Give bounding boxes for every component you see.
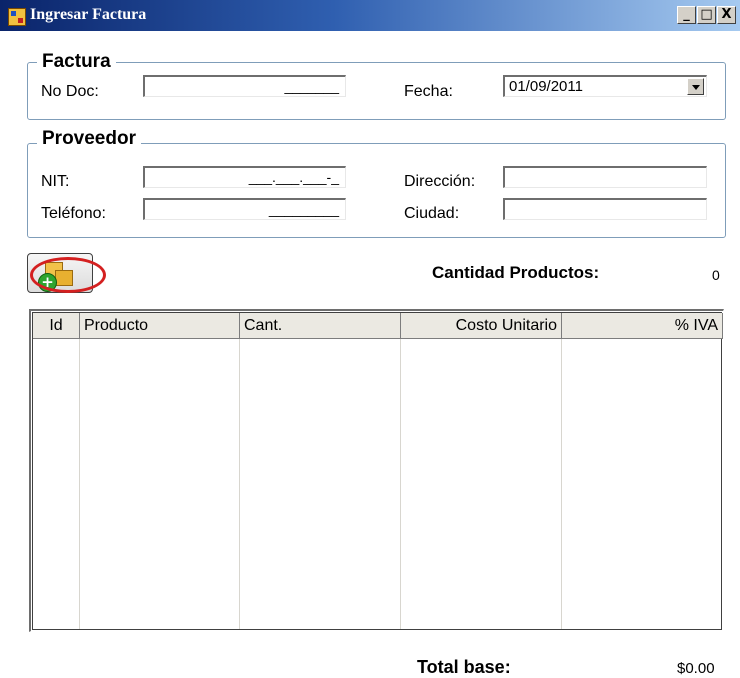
- invoice-window: Ingresar Factura _ □ X Factura No Doc: _…: [0, 0, 740, 677]
- total-base-value: $0.00: [677, 660, 715, 677]
- title-bar[interactable]: Ingresar Factura _ □ X: [0, 0, 740, 31]
- column-divider: [400, 339, 401, 629]
- ciudad-label: Ciudad:: [404, 205, 460, 222]
- total-base-label: Total base:: [417, 657, 511, 677]
- direccion-input[interactable]: [503, 166, 707, 188]
- column-divider: [79, 339, 80, 629]
- highlight-ring: [30, 257, 106, 293]
- app-icon: [8, 8, 26, 26]
- cantidad-productos-value: 0: [712, 267, 720, 283]
- nit-label: NIT:: [41, 173, 70, 190]
- minimize-button[interactable]: _: [677, 6, 696, 24]
- column-header-iva[interactable]: % IVA: [562, 313, 723, 339]
- maximize-button[interactable]: □: [697, 6, 716, 24]
- window-title: Ingresar Factura: [30, 6, 147, 23]
- column-header-costo-unitario[interactable]: Costo Unitario: [401, 313, 562, 339]
- close-button[interactable]: X: [717, 6, 736, 24]
- telefono-label: Teléfono:: [41, 205, 106, 222]
- column-header-id[interactable]: Id: [33, 313, 80, 339]
- proveedor-group: [27, 143, 726, 238]
- ciudad-input[interactable]: [503, 198, 707, 220]
- direccion-label: Dirección:: [404, 173, 476, 190]
- fecha-value: 01/09/2011: [509, 78, 583, 95]
- products-grid-body: Id Producto Cant. Costo Unitario % IVA: [32, 312, 723, 630]
- no-doc-label: No Doc:: [41, 83, 99, 100]
- fecha-label: Fecha:: [404, 83, 453, 100]
- telefono-mask: _________: [268, 201, 339, 217]
- no-doc-mask: _______: [284, 78, 339, 94]
- fecha-date-picker[interactable]: 01/09/2011: [503, 75, 707, 97]
- chevron-down-icon[interactable]: [687, 78, 704, 95]
- column-header-cant[interactable]: Cant.: [240, 313, 401, 339]
- nit-input[interactable]: ___.___.___-_: [143, 166, 346, 188]
- no-doc-input[interactable]: _______: [143, 75, 346, 97]
- proveedor-group-title: Proveedor: [37, 128, 141, 150]
- column-divider: [239, 339, 240, 629]
- factura-group-title: Factura: [37, 51, 116, 73]
- nit-mask: ___.___.___-_: [248, 169, 339, 185]
- products-grid[interactable]: Id Producto Cant. Costo Unitario % IVA: [29, 309, 724, 632]
- column-header-producto[interactable]: Producto: [80, 313, 240, 339]
- cantidad-productos-label: Cantidad Productos:: [432, 263, 600, 282]
- telefono-input[interactable]: _________: [143, 198, 346, 220]
- column-divider: [561, 339, 562, 629]
